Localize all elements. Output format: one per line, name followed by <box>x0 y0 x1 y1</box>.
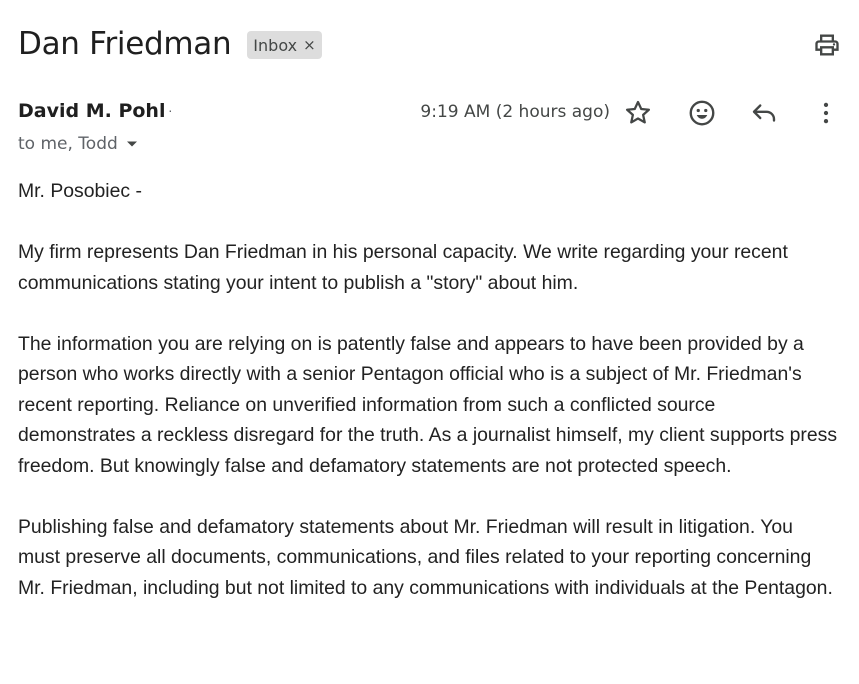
email-greeting: Mr. Posobiec - <box>18 180 142 202</box>
label-chip-text: Inbox <box>253 35 298 55</box>
email-timestamp: 9:19 AM (2 hours ago) <box>420 102 610 122</box>
sender-separator: · <box>168 102 173 118</box>
sender-row: David M. Pohl · 9:19 AM (2 hours ago) <box>18 98 841 128</box>
caret-down-icon <box>126 141 137 147</box>
recipients-dropdown[interactable]: to me, Todd <box>18 134 138 154</box>
sender-name[interactable]: David M. Pohl <box>18 100 165 122</box>
remove-label-button[interactable]: × <box>303 36 316 54</box>
email-subject: Dan Friedman <box>18 26 232 62</box>
inbox-label-chip[interactable]: Inbox × <box>247 31 322 59</box>
print-icon[interactable] <box>813 31 841 59</box>
email-paragraph: My firm represents Dan Friedman in his p… <box>18 241 788 294</box>
email-header: Dan Friedman Inbox × <box>18 22 841 66</box>
email-body: Mr. Posobiec - My firm represents Dan Fr… <box>18 176 838 634</box>
email-paragraph: The information you are relying on is pa… <box>18 332 838 477</box>
recipients-text: to me, Todd <box>18 134 118 154</box>
star-icon[interactable] <box>623 98 653 128</box>
emoji-reaction-icon[interactable] <box>687 98 717 128</box>
email-paragraph: Publishing false and defamatory statemen… <box>18 515 833 599</box>
more-vertical-icon[interactable] <box>811 98 841 128</box>
reply-icon[interactable] <box>749 98 779 128</box>
